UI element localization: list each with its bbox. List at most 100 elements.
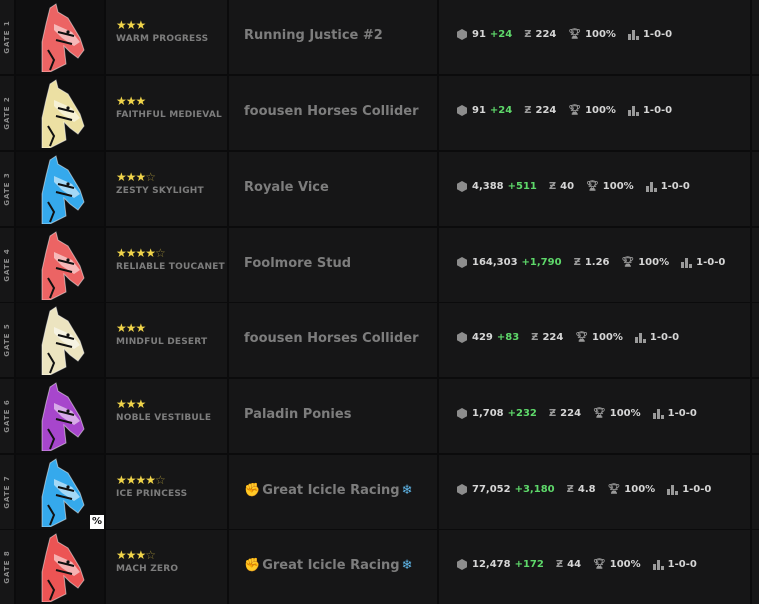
horse-head-icon <box>41 155 85 224</box>
horse-avatar[interactable] <box>16 303 104 377</box>
row-edge <box>752 152 759 226</box>
z-value: 224 <box>535 105 557 116</box>
owner-cell[interactable]: Paladin Ponies <box>229 379 437 453</box>
z-icon: Ƶ <box>524 29 532 40</box>
value-amount: 1,708 <box>472 408 504 419</box>
row-edge <box>752 530 759 604</box>
value-gain: +1,790 <box>521 257 562 268</box>
z-icon: Ƶ <box>531 332 539 343</box>
star-rating: ★★★★☆ <box>116 473 166 487</box>
stars-full: ★★★★ <box>116 473 156 487</box>
stats-cell: 4,388 +511 Ƶ 40 🏆︎ 100% 1-0-0 <box>439 152 750 226</box>
row-edge <box>752 76 759 150</box>
owner-cell[interactable]: ✊ Great Icicle Racing ❄ <box>229 455 437 529</box>
horse-head-icon <box>41 3 85 72</box>
value-amount: 91 <box>472 105 486 116</box>
horse-avatar[interactable] <box>16 0 104 74</box>
horse-head-icon <box>41 458 85 527</box>
row-edge <box>752 379 759 453</box>
gate-row[interactable]: GATE 5 ★★★ MINDFUL DESERT foousen Horses… <box>0 303 759 377</box>
stars-full: ★★★ <box>116 18 146 32</box>
horse-head-icon <box>41 231 85 300</box>
stats-cell: 91 +24 Ƶ 224 🏆︎ 100% 1-0-0 <box>439 0 750 74</box>
horse-avatar[interactable] <box>16 530 104 604</box>
gate-label: GATE 6 <box>3 399 11 433</box>
race-record: 1-0-0 <box>682 484 712 495</box>
value-amount: 12,478 <box>472 559 511 570</box>
star-rating: ★★★☆ <box>116 170 156 184</box>
star-half-icon: ☆ <box>155 246 166 260</box>
value-hex-icon <box>457 408 467 419</box>
horse-name: FAITHFUL MEDIEVAL <box>116 110 222 120</box>
row-edge <box>752 303 759 377</box>
star-half-icon: ☆ <box>155 473 166 487</box>
value-gain: +232 <box>507 408 537 419</box>
star-rating: ★★★★☆ <box>116 246 166 260</box>
snowflake-icon: ❄ <box>401 483 413 498</box>
trophy-icon: 🏆︎ <box>593 408 606 419</box>
owner-cell[interactable]: Foolmore Stud <box>229 228 437 302</box>
value-gain: +83 <box>496 332 520 343</box>
owner-cell[interactable]: foousen Horses Collider <box>229 76 437 150</box>
owner-cell[interactable]: Running Justice #2 <box>229 0 437 74</box>
owner-cell[interactable]: Royale Vice <box>229 152 437 226</box>
value-gain: +172 <box>514 559 544 570</box>
owner-name: foousen Horses Collider <box>244 104 419 119</box>
z-value: 224 <box>560 408 582 419</box>
star-half-icon: ☆ <box>145 170 156 184</box>
owner-name: Great Icicle Racing <box>262 483 400 498</box>
star-rating: ★★★ <box>116 94 146 108</box>
owner-cell[interactable]: foousen Horses Collider <box>229 303 437 377</box>
value-gain: +3,180 <box>514 484 555 495</box>
star-rating: ★★★ <box>116 321 146 335</box>
gate-label-cell: GATE 3 <box>0 152 14 226</box>
gate-label: GATE 8 <box>3 550 11 584</box>
horse-avatar[interactable] <box>16 379 104 453</box>
z-icon: Ƶ <box>524 105 532 116</box>
horse-avatar[interactable]: % <box>16 455 104 529</box>
horse-info: ★★★ WARM PROGRESS <box>106 0 227 74</box>
race-record: 1-0-0 <box>642 29 673 40</box>
stars-full: ★★★★ <box>116 246 156 260</box>
star-rating: ★★★ <box>116 18 146 32</box>
trophy-icon: 🏆︎ <box>586 181 599 192</box>
gate-row[interactable]: GATE 7 % ★★★★☆ ICE PRINCESS ✊ Great Icicl… <box>0 455 759 529</box>
gate-label: GATE 5 <box>3 323 11 357</box>
horse-name: NOBLE VESTIBULE <box>116 413 212 423</box>
gate-row[interactable]: GATE 1 ★★★ WARM PROGRESS Running Justice… <box>0 0 759 74</box>
trophy-icon: 🏆︎ <box>593 559 606 570</box>
horse-info: ★★★★☆ RELIABLE TOUCANET <box>106 228 227 302</box>
trophy-icon: 🏆︎ <box>568 105 582 116</box>
gate-label-cell: GATE 8 <box>0 530 14 604</box>
gate-label-cell: GATE 4 <box>0 228 14 302</box>
horse-avatar[interactable] <box>16 228 104 302</box>
horse-info: ★★★ NOBLE VESTIBULE <box>106 379 227 453</box>
gate-label: GATE 4 <box>3 248 11 282</box>
stats-cell: 12,478 +172 Ƶ 44 🏆︎ 100% 1-0-0 <box>439 530 750 604</box>
gate-label-cell: GATE 6 <box>0 379 14 453</box>
gate-label-cell: GATE 2 <box>0 76 14 150</box>
gate-label-cell: GATE 1 <box>0 0 14 74</box>
gate-row[interactable]: GATE 2 ★★★ FAITHFUL MEDIEVAL foousen Hor… <box>0 76 759 150</box>
value-hex-icon <box>457 484 467 495</box>
gate-label-cell: GATE 5 <box>0 303 14 377</box>
win-rate: 100% <box>602 181 634 192</box>
stats-cell: 429 +83 Ƶ 224 🏆︎ 100% 1-0-0 <box>439 303 750 377</box>
z-value: 4.8 <box>577 484 596 495</box>
win-rate: 100% <box>592 332 623 343</box>
stars-full: ★★★ <box>116 94 146 108</box>
bar-chart-icon <box>634 332 646 343</box>
trophy-icon: 🏆︎ <box>607 484 621 495</box>
gate-row[interactable]: GATE 4 ★★★★☆ RELIABLE TOUCANET Foolmore … <box>0 228 759 302</box>
value-amount: 77,052 <box>472 484 511 495</box>
win-rate: 100% <box>624 484 656 495</box>
gate-row[interactable]: GATE 3 ★★★☆ ZESTY SKYLIGHT Royale Vice 4… <box>0 152 759 226</box>
horse-avatar[interactable] <box>16 76 104 150</box>
owner-cell[interactable]: ✊ Great Icicle Racing ❄ <box>229 530 437 604</box>
gate-row[interactable]: GATE 6 ★★★ NOBLE VESTIBULE Paladin Ponie… <box>0 379 759 453</box>
horse-avatar[interactable] <box>16 152 104 226</box>
win-rate: 100% <box>609 408 641 419</box>
gate-row[interactable]: GATE 8 ★★★☆ MACH ZERO ✊ Great Icicle Raci… <box>0 530 759 604</box>
trophy-icon: 🏆︎ <box>568 29 582 40</box>
owner-name: Foolmore Stud <box>244 256 352 271</box>
